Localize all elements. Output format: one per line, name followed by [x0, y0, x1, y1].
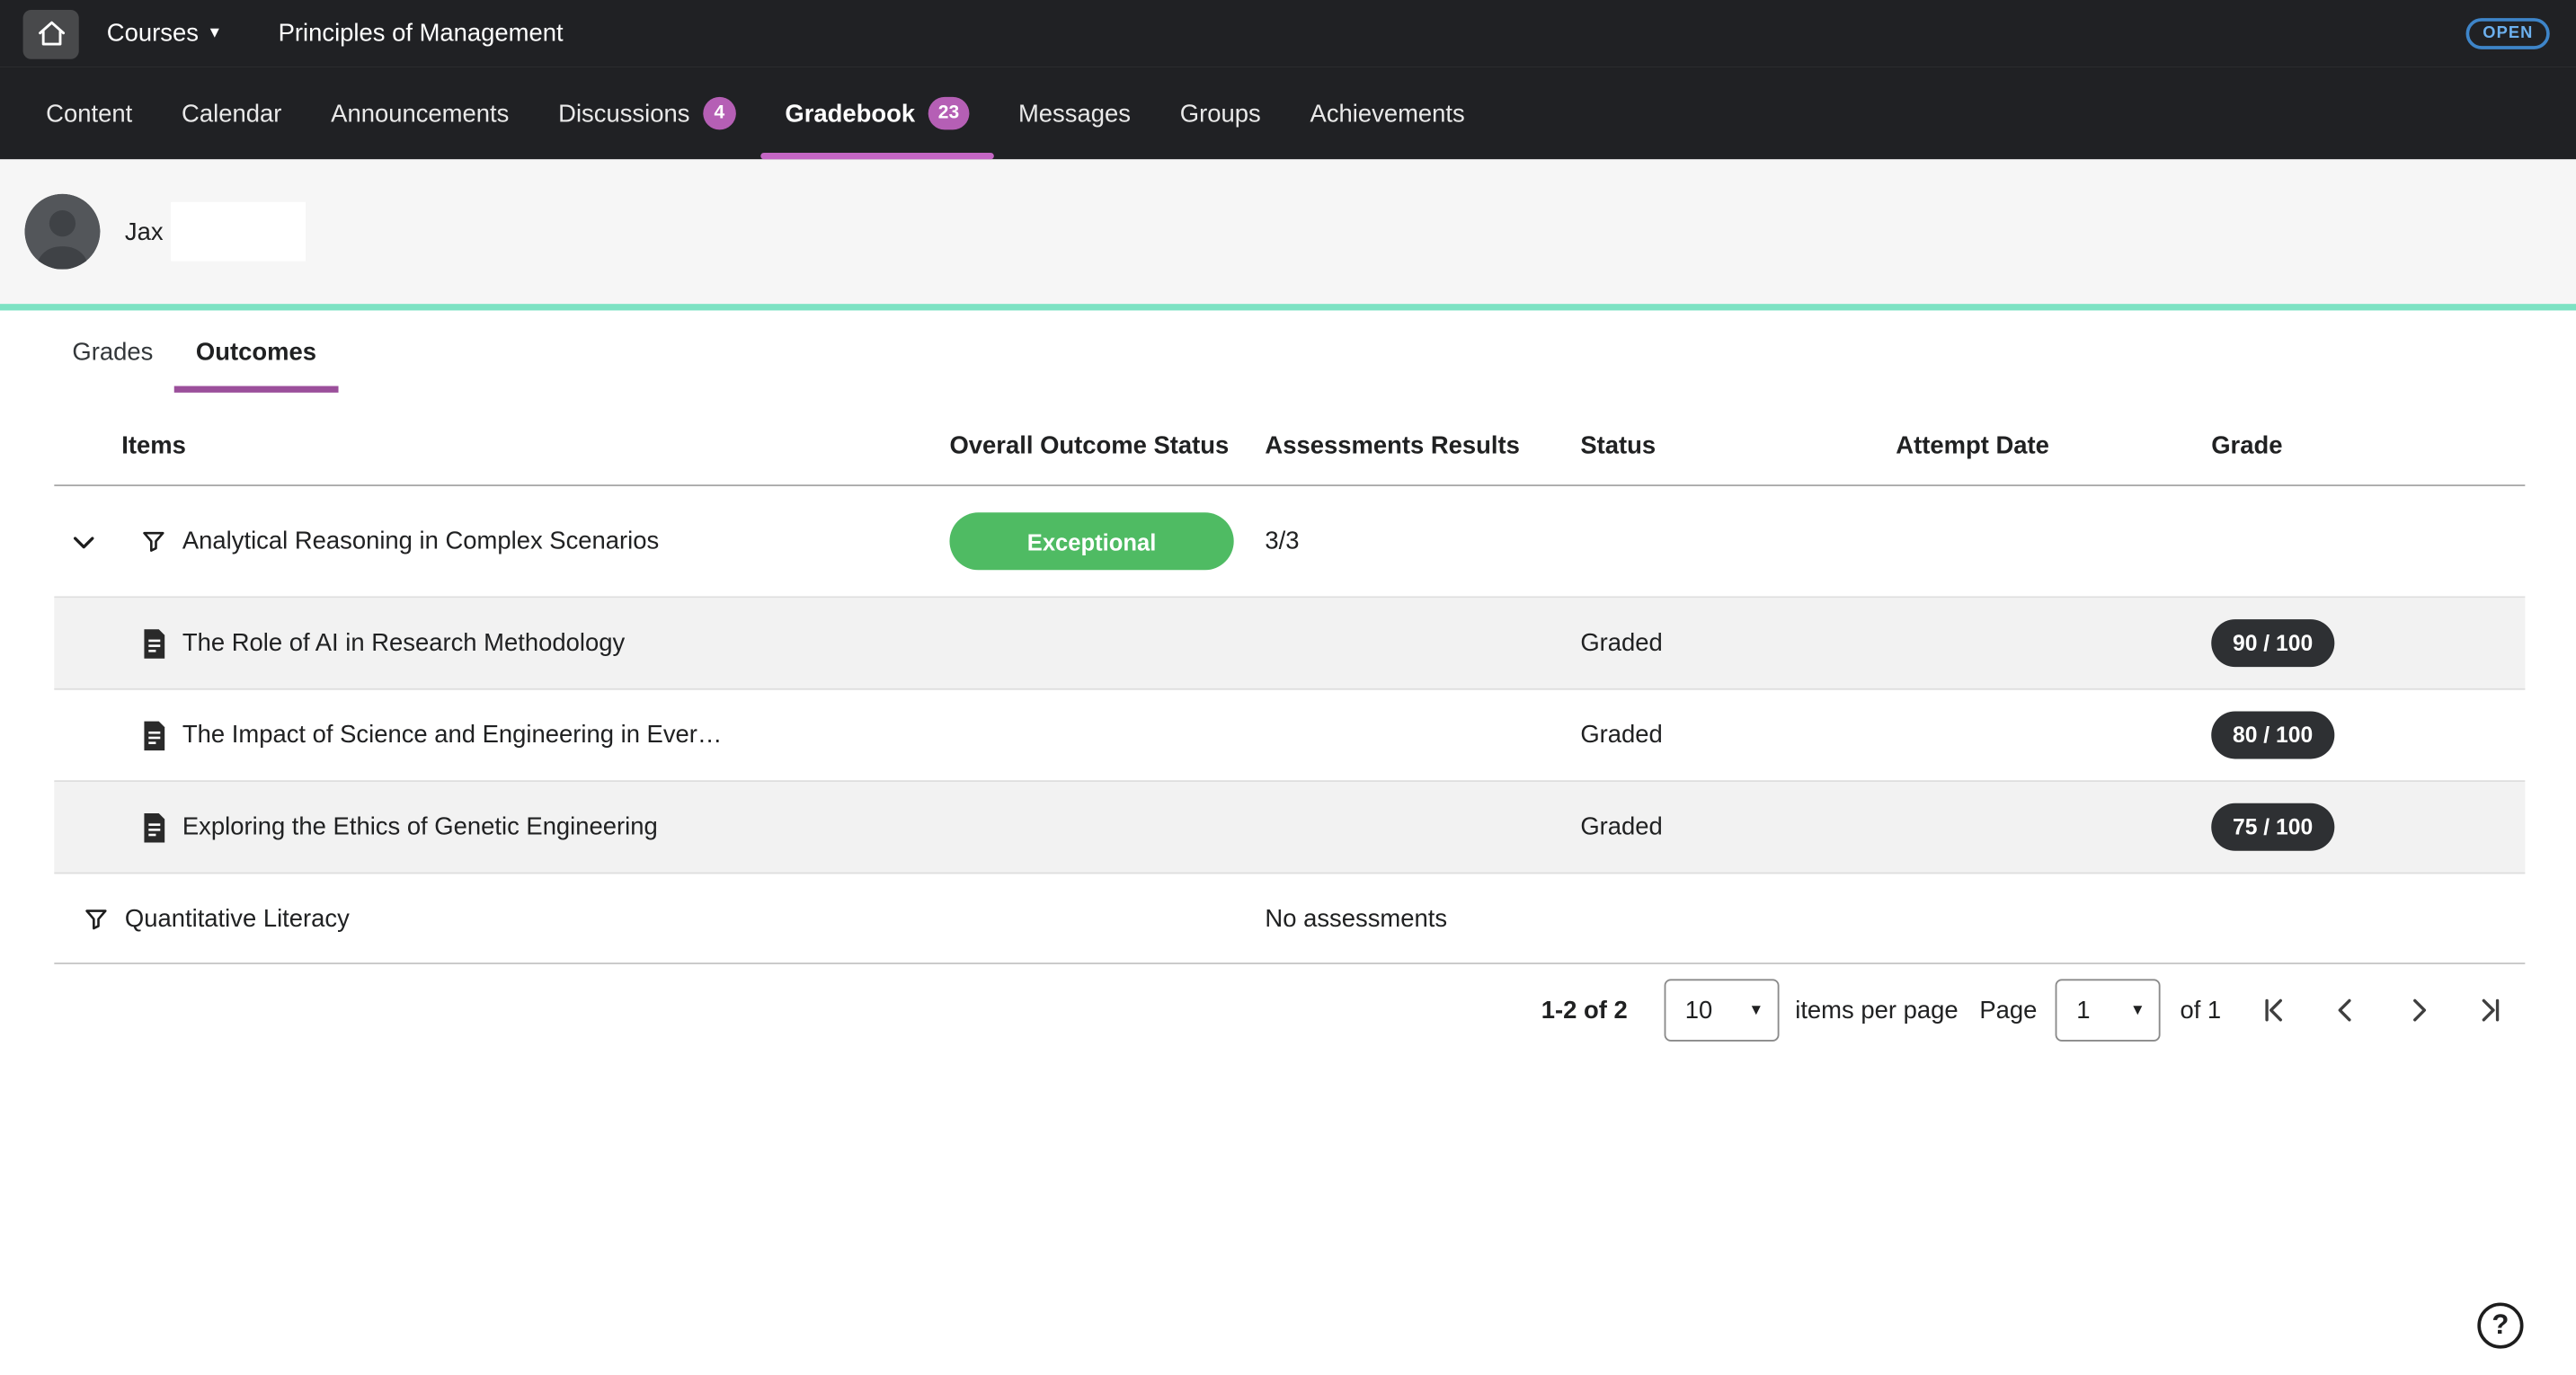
- assessments-results-value: No assessments: [1265, 904, 1580, 932]
- top-bar: Courses ▾ Principles of Management OPEN: [0, 0, 2576, 67]
- last-page-button[interactable]: [2474, 994, 2508, 1027]
- items-per-page-value: 10: [1685, 997, 1713, 1025]
- first-page-icon: [2257, 994, 2290, 1027]
- items-per-page-select[interactable]: 10 ▾: [1664, 979, 1779, 1041]
- outcome-funnel-icon: [139, 528, 167, 555]
- next-page-icon: [2402, 994, 2435, 1027]
- course-navbar: Content Calendar Announcements Discussio…: [0, 67, 2576, 159]
- assessment-row: The Role of AI in Research Methodology G…: [54, 598, 2525, 689]
- page-label: Page: [1979, 997, 2037, 1025]
- assessment-title: The Role of AI in Research Methodology: [182, 629, 625, 657]
- nav-item-gradebook[interactable]: Gradebook 23: [760, 67, 994, 159]
- nav-item-label: Achievements: [1310, 100, 1465, 128]
- outcome-row: Quantitative Literacy No assessments: [54, 874, 2525, 964]
- chevron-down-icon: ▾: [210, 24, 219, 42]
- home-button[interactable]: [23, 9, 79, 58]
- tab-grades[interactable]: Grades: [51, 339, 174, 393]
- course-open-badge: OPEN: [2466, 18, 2550, 49]
- outcomes-table: Items Overall Outcome Status Assessments…: [54, 405, 2525, 963]
- grades-outcomes-tabs: Grades Outcomes: [0, 310, 2576, 392]
- assessment-status: Graded: [1580, 813, 1896, 841]
- col-header-items: Items: [54, 431, 949, 459]
- teal-divider: [0, 304, 2576, 310]
- nav-item-label: Discussions: [558, 100, 689, 128]
- nav-item-achievements[interactable]: Achievements: [1285, 67, 1489, 159]
- user-last-name-redacted: [172, 202, 306, 262]
- help-button[interactable]: ?: [2477, 1302, 2523, 1348]
- chevron-down-icon: ▾: [1752, 1001, 1761, 1019]
- col-header-status: Status: [1580, 431, 1896, 459]
- tab-label: Grades: [72, 339, 153, 367]
- document-icon: [141, 720, 167, 750]
- nav-item-announcements[interactable]: Announcements: [306, 67, 534, 159]
- gradebook-count-badge: 23: [928, 97, 969, 130]
- tab-label: Outcomes: [196, 339, 316, 367]
- first-page-button[interactable]: [2257, 994, 2290, 1027]
- nav-item-discussions[interactable]: Discussions 4: [534, 67, 760, 159]
- pagination-range: 1-2 of 2: [1541, 997, 1628, 1025]
- outcome-title: Analytical Reasoning in Complex Scenario…: [182, 528, 659, 555]
- next-page-button[interactable]: [2402, 994, 2435, 1027]
- grade-pill: 80 / 100: [2211, 711, 2334, 758]
- items-per-page-label: items per page: [1795, 997, 1958, 1025]
- discussions-count-badge: 4: [703, 97, 736, 130]
- col-header-grade: Grade: [2211, 431, 2525, 459]
- pager-buttons: [2257, 994, 2507, 1027]
- chevron-down-icon: [69, 527, 99, 556]
- nav-item-label: Calendar: [182, 100, 281, 128]
- assessment-status: Graded: [1580, 629, 1896, 657]
- assessment-row: Exploring the Ethics of Genetic Engineer…: [54, 782, 2525, 874]
- col-header-assessments-results: Assessments Results: [1265, 431, 1580, 459]
- page: Courses ▾ Principles of Management OPEN …: [0, 0, 2576, 1375]
- chevron-down-icon: ▾: [2133, 1001, 2142, 1019]
- assessments-results-value: 3/3: [1265, 528, 1580, 555]
- outcome-funnel-icon: [82, 904, 110, 932]
- assessment-status: Graded: [1580, 721, 1896, 749]
- document-icon: [141, 812, 167, 842]
- nav-item-label: Gradebook: [785, 100, 915, 128]
- nav-item-calendar[interactable]: Calendar: [157, 67, 306, 159]
- grade-pill: 90 / 100: [2211, 619, 2334, 667]
- person-icon: [24, 194, 100, 270]
- col-header-overall-outcome-status: Overall Outcome Status: [949, 431, 1265, 459]
- user-strip: Jax: [0, 159, 2576, 304]
- courses-label: Courses: [107, 20, 199, 48]
- course-title: Principles of Management: [279, 20, 564, 48]
- table-header-row: Items Overall Outcome Status Assessments…: [54, 405, 2525, 486]
- user-first-name: Jax: [125, 217, 164, 245]
- previous-page-button[interactable]: [2330, 994, 2363, 1027]
- help-icon: ?: [2492, 1309, 2509, 1343]
- nav-item-label: Messages: [1018, 100, 1131, 128]
- nav-item-label: Groups: [1180, 100, 1261, 128]
- assessment-title: Exploring the Ethics of Genetic Engineer…: [182, 813, 658, 841]
- outcome-row: Analytical Reasoning in Complex Scenario…: [54, 486, 2525, 598]
- avatar: [24, 194, 100, 270]
- previous-page-icon: [2330, 994, 2363, 1027]
- document-icon: [141, 628, 167, 658]
- page-count-label: of 1: [2180, 997, 2221, 1025]
- tab-outcomes[interactable]: Outcomes: [174, 339, 338, 393]
- grade-pill: 75 / 100: [2211, 803, 2334, 851]
- pagination: 1-2 of 2 10 ▾ items per page Page 1 ▾ of…: [54, 974, 2525, 1046]
- col-header-attempt-date: Attempt Date: [1896, 431, 2211, 459]
- overall-outcome-status-pill: Exceptional: [949, 512, 1233, 570]
- page-number-value: 1: [2076, 997, 2090, 1025]
- outcome-title: Quantitative Literacy: [125, 904, 350, 932]
- nav-item-content[interactable]: Content: [22, 67, 157, 159]
- collapse-chevron-button[interactable]: [66, 523, 102, 559]
- nav-item-messages[interactable]: Messages: [994, 67, 1156, 159]
- nav-item-label: Announcements: [331, 100, 509, 128]
- last-page-icon: [2474, 994, 2508, 1027]
- page-number-select[interactable]: 1 ▾: [2056, 979, 2161, 1041]
- assessment-row: The Impact of Science and Engineering in…: [54, 690, 2525, 782]
- courses-dropdown[interactable]: Courses ▾: [107, 20, 219, 48]
- nav-item-groups[interactable]: Groups: [1155, 67, 1285, 159]
- home-icon: [35, 18, 67, 49]
- nav-item-label: Content: [46, 100, 132, 128]
- assessment-title: The Impact of Science and Engineering in…: [182, 721, 722, 749]
